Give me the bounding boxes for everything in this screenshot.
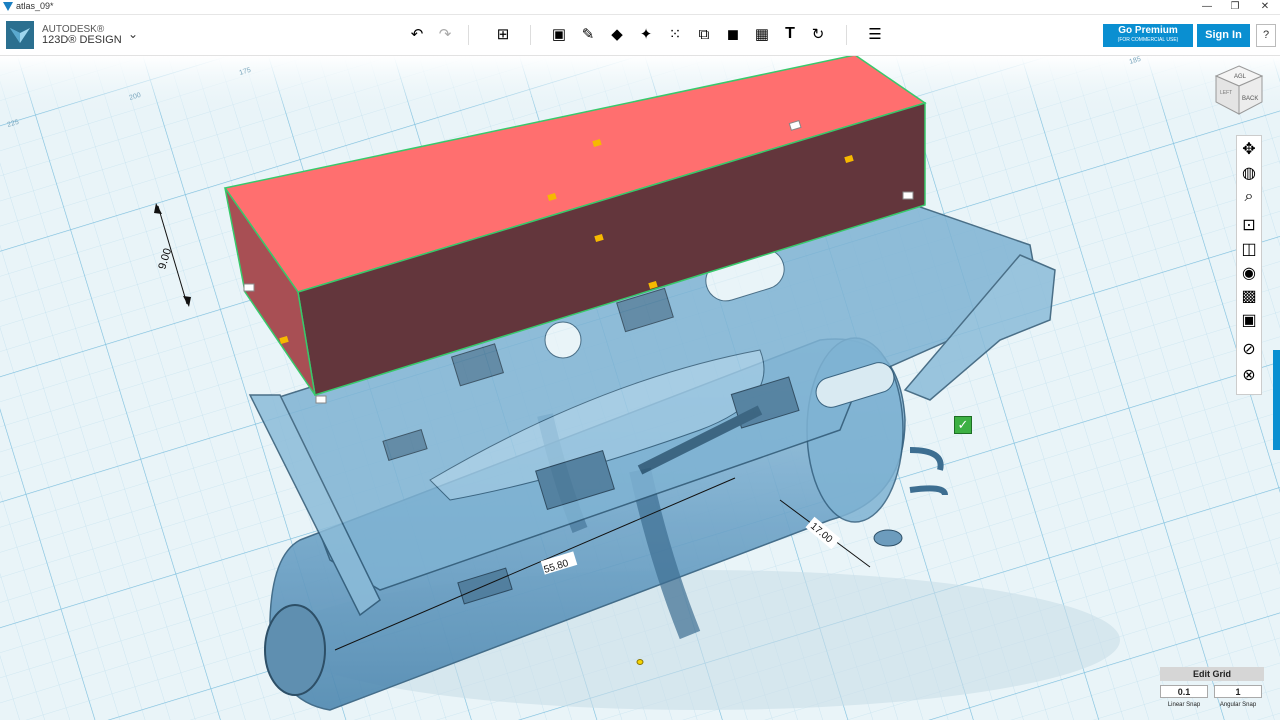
zoom-icon[interactable]: ⌕ [1239, 187, 1259, 207]
redo-icon: ↷ [438, 26, 452, 43]
hide-meshes-icon[interactable]: ⊗ [1239, 365, 1259, 385]
transform-button[interactable]: ⊞ [492, 23, 514, 45]
screenshot-icon[interactable]: ▣ [1239, 310, 1259, 330]
123d-logo-icon[interactable] [6, 21, 34, 49]
brand-line-2: 123D® DESIGN [42, 34, 122, 46]
combine-button[interactable]: ◼ [722, 23, 744, 45]
toolbar-divider [468, 25, 469, 45]
close-button[interactable]: ✕ [1250, 0, 1280, 14]
viewcube-top-label: AGL [1234, 74, 1247, 80]
app-icon [3, 2, 13, 11]
go-premium-sublabel: (FOR COMMERCIAL USE) [1117, 37, 1179, 43]
views-icon[interactable]: ◫ [1239, 239, 1259, 259]
modify-icon: ✦ [639, 26, 653, 43]
viewcube-back-label: BACK [1242, 96, 1258, 102]
main-toolbar: AUTODESK® 123D® DESIGN ⌄ ↶ ↷ ⊞ ▣ ✎ ◆ ✦ ⁙… [0, 15, 1280, 56]
grouping-icon: ⧉ [698, 25, 710, 43]
grouping-button[interactable]: ⧉ [693, 23, 715, 45]
viewcube-left-label: LEFT [1220, 90, 1232, 96]
linear-snap-label: Linear Snap [1167, 702, 1201, 708]
navigation-bar: ✥ ◍ ⌕ ⊡ ◫ ◉ ▩ ▣ ⊘ ⊗ [1236, 135, 1262, 395]
go-premium-button[interactable]: Go Premium (FOR COMMERCIAL USE) [1103, 24, 1193, 47]
snap-button[interactable]: ↻ [807, 23, 829, 45]
confirm-checkmark-icon[interactable]: ✓ [954, 416, 972, 434]
orbit-icon[interactable]: ◍ [1239, 163, 1259, 183]
material-icon: ☰ [868, 26, 882, 43]
transform-icon: ⊞ [496, 26, 510, 43]
maximize-button[interactable]: ❐ [1220, 0, 1250, 14]
app-menu-chevron-icon[interactable]: ⌄ [128, 27, 138, 41]
primitives-icon: ▣ [551, 26, 567, 43]
window-title: atlas_09* [16, 1, 54, 11]
material-button[interactable]: ☰ [864, 23, 886, 45]
corner-handle[interactable] [902, 191, 914, 200]
side-panel-tab[interactable] [1273, 350, 1280, 450]
visibility-icon[interactable]: ◉ [1239, 263, 1259, 283]
redo-button[interactable]: ↷ [434, 23, 456, 45]
angular-snap-label: Angular Snap [1219, 702, 1257, 708]
toolbar-divider [530, 25, 531, 45]
front-valve-assembly [264, 604, 326, 696]
drain-fitting [873, 529, 903, 547]
snap-icon: ↻ [811, 26, 825, 43]
undo-icon: ↶ [410, 26, 424, 43]
sketch-icon: ✎ [581, 26, 595, 43]
corner-handle[interactable] [243, 283, 255, 292]
primitives-button[interactable]: ▣ [548, 23, 570, 45]
angular-snap-input[interactable]: 1 [1214, 685, 1262, 698]
help-button[interactable]: ? [1256, 24, 1276, 47]
sketch-button[interactable]: ✎ [577, 23, 599, 45]
toolbar-divider [846, 25, 847, 45]
go-premium-label: Go Premium [1118, 25, 1178, 36]
construct-icon: ◆ [611, 26, 623, 43]
modify-button[interactable]: ✦ [635, 23, 657, 45]
text-button[interactable]: T [779, 23, 801, 45]
measure-button[interactable]: ▦ [751, 23, 773, 45]
linear-snap-input[interactable]: 0.1 [1160, 685, 1208, 698]
pan-icon[interactable]: ✥ [1239, 139, 1259, 159]
construct-button[interactable]: ◆ [606, 23, 628, 45]
pattern-icon: ⁙ [668, 26, 682, 43]
fit-icon[interactable]: ⊡ [1239, 215, 1259, 235]
brand-name: AUTODESK® 123D® DESIGN [42, 24, 122, 46]
corner-handle[interactable] [315, 395, 327, 404]
undo-button[interactable]: ↶ [406, 23, 428, 45]
view-cube[interactable]: AGL BACK LEFT [1214, 64, 1264, 120]
pattern-button[interactable]: ⁙ [664, 23, 686, 45]
window-titlebar: atlas_09* — ❐ ✕ [0, 0, 1280, 15]
measure-icon: ▦ [754, 26, 770, 43]
edit-grid-panel: Edit Grid 0.1 1 Linear Snap Angular Snap [1160, 667, 1264, 713]
3d-viewport[interactable]: 175 200 225 185 9.00 55.80 17.00 ✓ AGL B… [0, 56, 1280, 720]
ground-handle[interactable] [636, 659, 644, 665]
hide-sketches-icon[interactable]: ⊘ [1239, 339, 1259, 359]
combine-icon: ◼ [726, 26, 740, 43]
edit-grid-button[interactable]: Edit Grid [1160, 667, 1264, 681]
minimize-button[interactable]: — [1192, 0, 1222, 14]
frame-hole [544, 321, 582, 359]
materials-outlines-icon[interactable]: ▩ [1239, 286, 1259, 306]
text-icon: T [785, 25, 795, 42]
scene-canvas[interactable]: 175 200 225 185 9.00 55.80 17.00 [0, 56, 1280, 720]
sign-in-button[interactable]: Sign In [1197, 24, 1250, 47]
